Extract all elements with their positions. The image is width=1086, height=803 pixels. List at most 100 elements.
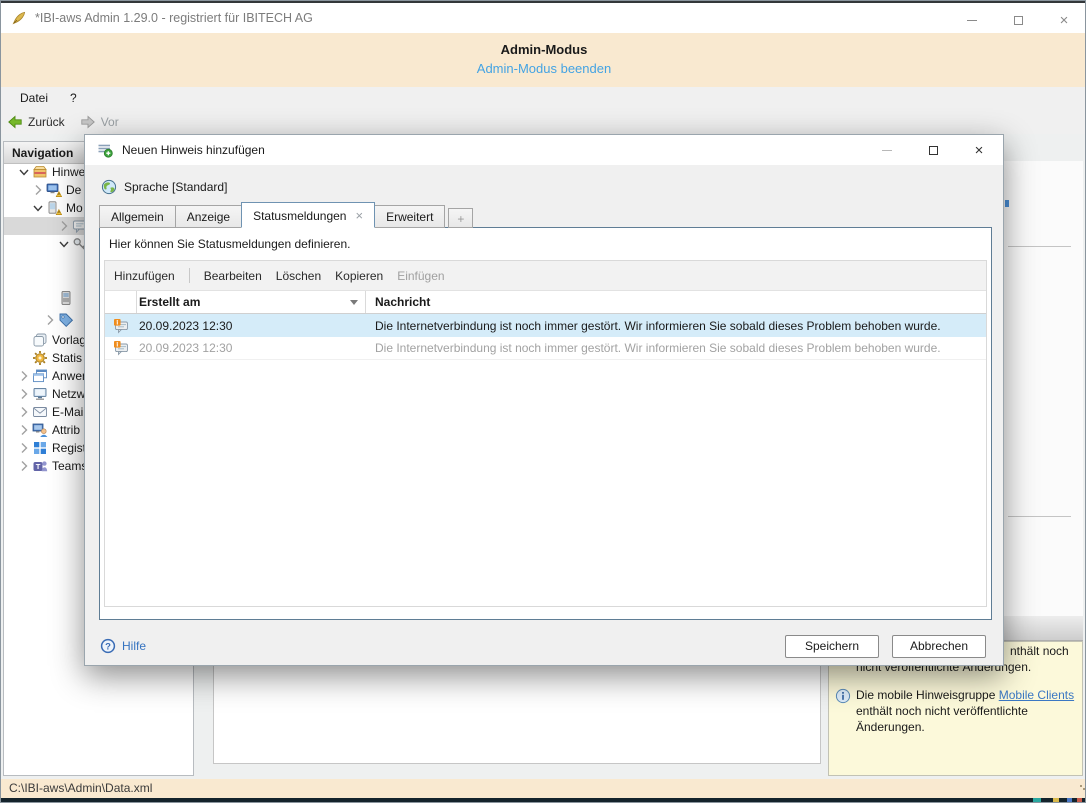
notification-line2: enthält noch nicht veröffentlichte xyxy=(856,704,1028,718)
info-icon xyxy=(835,688,851,704)
chevron-right-icon[interactable] xyxy=(16,386,32,402)
icon-column-header[interactable] xyxy=(105,291,137,313)
kopieren-button[interactable]: Kopieren xyxy=(335,269,383,283)
table-header: Erstellt am Nachricht xyxy=(105,291,986,314)
maximize-button[interactable] xyxy=(995,5,1041,35)
globe-icon xyxy=(101,179,117,195)
add-tab-button[interactable]: + xyxy=(448,208,474,228)
list-toolbar: Hinzufügen Bearbeiten Löschen Kopieren Einfü… xyxy=(105,261,986,291)
tab-anzeige[interactable]: Anzeige xyxy=(174,205,243,228)
chevron-down-icon[interactable] xyxy=(30,200,46,216)
sidebar-item-label: Attrib xyxy=(52,423,81,437)
help-label: Hilfe xyxy=(122,639,147,653)
minimize-button[interactable] xyxy=(949,5,995,35)
tab-label: Erweitert xyxy=(386,210,434,224)
loschen-button[interactable]: Löschen xyxy=(276,269,321,283)
sort-arrow-icon[interactable] xyxy=(350,299,358,305)
status-message-list: Hinzufügen Bearbeiten Löschen Kopieren Einfü… xyxy=(104,260,987,607)
status-bar: C:\IBI-aws\Admin\Data.xml xyxy=(1,779,1085,798)
sidebar-item-label: Teams xyxy=(52,459,88,473)
teams-icon: T xyxy=(32,458,48,474)
chevron-right-icon[interactable] xyxy=(30,182,46,198)
desktop-strip xyxy=(1,798,1085,802)
tab-label: Statusmeldungen xyxy=(253,209,347,223)
admin-mode-exit-link[interactable]: Admin-Modus beenden xyxy=(477,61,611,76)
sidebar-item-label: Regist xyxy=(52,441,87,455)
language-label-row: Sprache [Standard] xyxy=(101,179,227,195)
mobile-clients-link[interactable]: Mobile Clients xyxy=(999,688,1074,702)
dialog-controls: × xyxy=(871,139,995,161)
app-quill-icon xyxy=(11,10,27,26)
help-icon: ? xyxy=(100,638,116,654)
tab-label: Allgemein xyxy=(111,210,164,224)
message-column-label: Nachricht xyxy=(375,295,431,309)
message-cell: Die Internetverbindung ist noch immer ge… xyxy=(375,318,941,333)
language-label: Sprache [Standard] xyxy=(124,180,228,194)
table-row[interactable]: 20.09.2023 12:30 Die Internetverbindung i… xyxy=(105,314,986,337)
chevron-down-icon[interactable] xyxy=(16,164,32,180)
dialog-title-bar: Neuen Hinweis hinzufügen × xyxy=(85,135,1003,165)
sidebar-item-label: Hinwe xyxy=(52,165,86,179)
close-button[interactable]: × xyxy=(1041,5,1085,35)
form-divider xyxy=(1008,246,1071,247)
tag-icon xyxy=(58,312,74,328)
tab-hint-text: Hier können Sie Statusmeldungen definier… xyxy=(109,237,351,251)
chevron-down-icon[interactable] xyxy=(56,236,72,252)
cancel-button[interactable]: Abbrechen xyxy=(892,635,986,658)
message-cell: Die Internetverbindung ist noch immer ge… xyxy=(375,341,941,355)
chevron-right-icon[interactable] xyxy=(42,312,58,328)
notification-fragment-line1: nthält noch xyxy=(1010,644,1069,658)
save-button[interactable]: Speichern xyxy=(785,635,879,658)
tab-statusmeldungen[interactable]: Statusmeldungen × xyxy=(241,202,376,228)
chevron-right-icon[interactable] xyxy=(16,404,32,420)
chevron-right-icon[interactable] xyxy=(16,368,32,384)
dialog-add-icon xyxy=(97,142,113,158)
title-bar: *IBI-aws Admin 1.29.0 - registriert für … xyxy=(1,1,1085,35)
table-row[interactable]: 20.09.2023 12:30 Die Internetverbindung i… xyxy=(105,337,986,360)
sidebar-item-label: Vorlag xyxy=(52,333,87,347)
sidebar-item-label: Statis xyxy=(52,351,83,365)
window-title: *IBI-aws Admin 1.29.0 - registriert für … xyxy=(35,11,313,25)
mobile-notification-text: Die mobile Hinweisgruppe Mobile Clients … xyxy=(856,687,1085,735)
hinzufugen-button[interactable]: Hinzufügen xyxy=(114,269,175,283)
menu-item-datei[interactable]: Datei xyxy=(9,87,59,109)
dialog-minimize-button[interactable] xyxy=(871,139,903,161)
help-link[interactable]: ? Hilfe xyxy=(100,638,146,654)
notification-line3: Änderungen. xyxy=(856,720,925,734)
dialog-close-button[interactable]: × xyxy=(963,139,995,161)
forward-button[interactable]: Vor xyxy=(101,115,119,129)
tab-allgemein[interactable]: Allgemein xyxy=(99,205,176,228)
created-column-header[interactable]: Erstellt am xyxy=(137,291,366,313)
menu-bar: Datei? xyxy=(1,87,1085,109)
data-file-path: C:\IBI-aws\Admin\Data.xml xyxy=(9,781,153,795)
svg-text:?: ? xyxy=(105,641,111,652)
resize-grip[interactable] xyxy=(1080,785,1082,787)
svg-text:T: T xyxy=(36,462,41,471)
forward-arrow-icon[interactable] xyxy=(80,114,96,130)
status-message-icon xyxy=(105,318,137,334)
dialog-title: Neuen Hinweis hinzufügen xyxy=(122,143,265,157)
back-button[interactable]: Zurück xyxy=(28,115,65,129)
gear-icon xyxy=(32,350,48,366)
message-column-header[interactable]: Nachricht xyxy=(366,291,986,313)
chevron-right-icon[interactable] xyxy=(56,218,72,234)
back-arrow-icon[interactable] xyxy=(7,114,23,130)
tab-content: Hier können Sie Statusmeldungen definier… xyxy=(99,227,992,620)
toolbar-separator xyxy=(188,268,190,283)
chevron-right-icon[interactable] xyxy=(16,422,32,438)
form-caret-remnant xyxy=(1005,200,1009,207)
phone-icon xyxy=(58,290,74,306)
tab-erweitert[interactable]: Erweitert xyxy=(374,205,446,228)
sidebar-item-label: Mo xyxy=(66,201,83,215)
dialog-maximize-button[interactable] xyxy=(917,139,949,161)
menu-item-help[interactable]: ? xyxy=(59,87,88,109)
chevron-right-icon[interactable] xyxy=(16,458,32,474)
bearbeiten-button[interactable]: Bearbeiten xyxy=(204,269,262,283)
einfugen-button[interactable]: Einfügen xyxy=(397,269,444,283)
chevron-right-icon[interactable] xyxy=(16,440,32,456)
tab-close-icon[interactable]: × xyxy=(355,209,363,222)
sidebar-item-label: Netzw xyxy=(52,387,86,401)
